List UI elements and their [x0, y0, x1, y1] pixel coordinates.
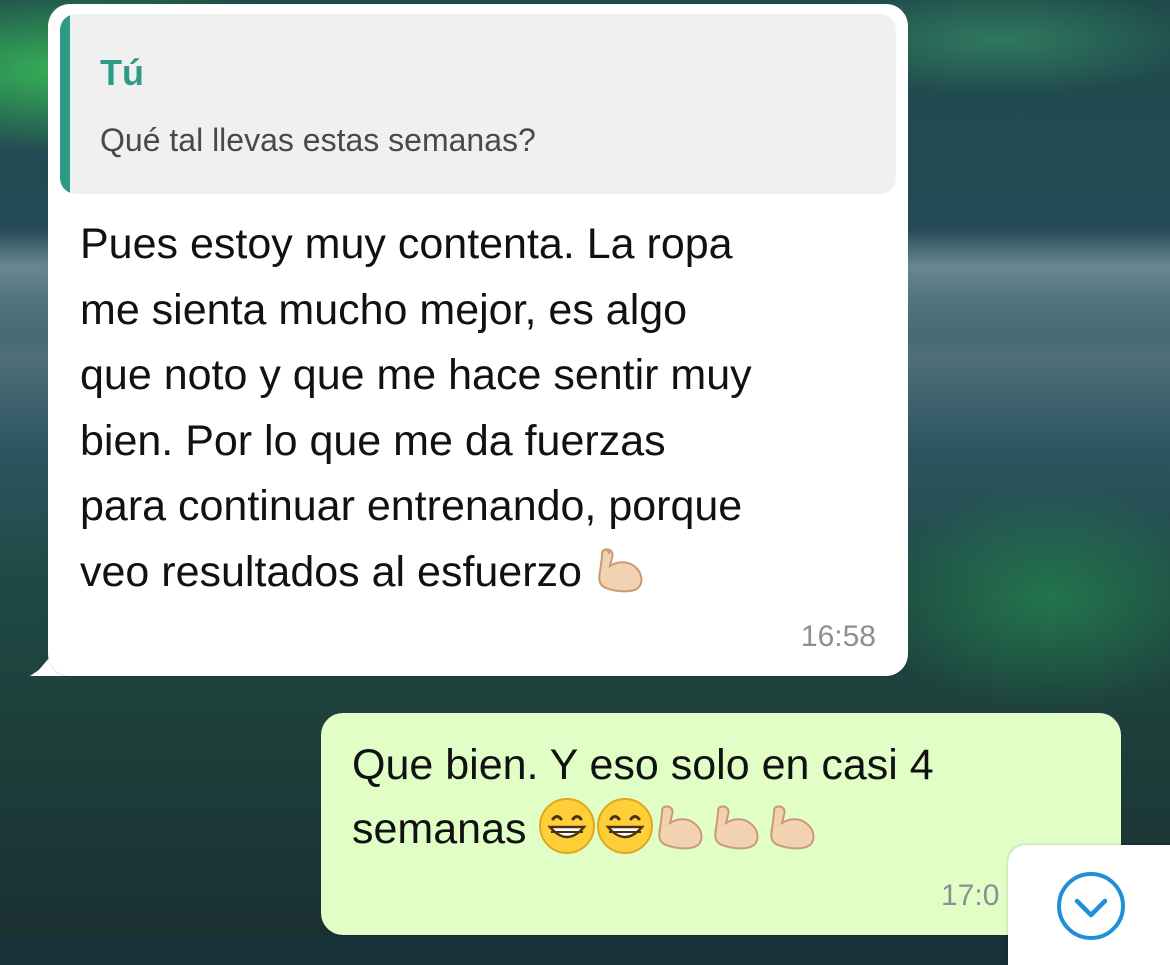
- outgoing-timestamp: 17:0: [941, 879, 1000, 912]
- message-line: Pues estoy muy contenta. La ropa: [80, 220, 733, 268]
- message-line: bien. Por lo que me da fuerzas: [80, 416, 666, 465]
- incoming-message-text: Pues estoy muy contenta. La ropa me sien…: [80, 212, 900, 605]
- message-line: Que bien. Y eso solo en casi 4: [352, 741, 934, 789]
- grinning-face-emoji: [539, 798, 596, 854]
- quote-accent-bar: [60, 14, 70, 194]
- flexed-biceps-emoji: [598, 548, 643, 592]
- message-line: me sienta mucho mejor, es algo: [80, 285, 688, 334]
- message-line-last: veo resultados al esfuerzo: [80, 540, 900, 606]
- incoming-message-bubble[interactable]: Tú Qué tal llevas estas semanas? Pues es…: [48, 4, 908, 676]
- flexed-biceps-emoji: [714, 805, 759, 850]
- grinning-face-emoji: [597, 798, 654, 854]
- outgoing-message-bubble[interactable]: Que bien. Y eso solo en casi 4 semanas 1…: [321, 713, 1121, 935]
- message-line-last: semanas: [352, 797, 934, 861]
- quote-author: Tú: [100, 52, 144, 93]
- message-line-text: veo resultados al esfuerzo: [80, 547, 582, 596]
- quoted-reply[interactable]: Tú Qué tal llevas estas semanas?: [60, 14, 896, 194]
- quote-text: Qué tal llevas estas semanas?: [100, 122, 536, 158]
- chevron-down-icon: [1057, 872, 1125, 940]
- outgoing-message-text: Que bien. Y eso solo en casi 4 semanas: [352, 733, 934, 861]
- scroll-to-bottom-button[interactable]: [1008, 845, 1170, 965]
- incoming-timestamp: 16:58: [800, 620, 876, 653]
- message-line: que noto y que me hace sentir muy: [80, 351, 752, 399]
- flexed-biceps-emoji: [658, 805, 703, 850]
- flexed-biceps-emoji: [770, 805, 815, 850]
- message-line: para continuar entrenando, porque: [80, 482, 743, 530]
- message-line-text: semanas: [352, 805, 527, 853]
